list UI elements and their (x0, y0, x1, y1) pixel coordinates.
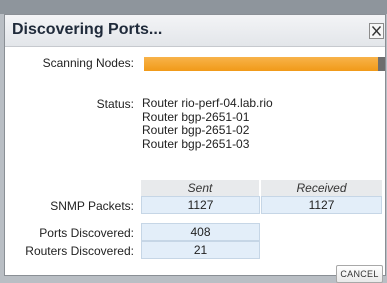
received-column-header: Received (261, 180, 382, 196)
ports-discovered-value: 408 (141, 223, 260, 241)
close-x-icon (370, 24, 383, 38)
cancel-button[interactable]: CANCEL (336, 265, 383, 283)
close-button[interactable] (369, 23, 384, 39)
status-list: Router rio-perf-04.lab.rio Router bgp-26… (142, 96, 273, 151)
snmp-sent-value: 1127 (141, 196, 260, 214)
ports-discovered-label: Ports Discovered: (39, 226, 134, 240)
routers-discovered-value: 21 (141, 241, 260, 259)
routers-discovered-label: Routers Discovered: (25, 244, 134, 258)
discovering-ports-dialog: Discovering Ports... Scanning Nodes: Sta… (4, 14, 386, 283)
status-line: Router bgp-2651-02 (142, 123, 250, 137)
dialog-titlebar: Discovering Ports... (5, 15, 385, 47)
scanning-progress-fill (144, 57, 378, 71)
status-line: Router rio-perf-04.lab.rio (142, 96, 273, 110)
dialog-title: Discovering Ports... (12, 21, 163, 38)
scanning-progress-bar (144, 57, 385, 71)
sent-column-header: Sent (141, 180, 259, 196)
snmp-received-value: 1127 (261, 196, 382, 214)
status-line: Router bgp-2651-01 (142, 109, 250, 124)
status-line: Router bgp-2651-03 (142, 136, 250, 151)
status-label: Status: (96, 97, 134, 111)
background-window (0, 0, 387, 14)
scanning-nodes-label: Scanning Nodes: (42, 56, 134, 70)
snmp-packets-label: SNMP Packets: (50, 199, 134, 213)
